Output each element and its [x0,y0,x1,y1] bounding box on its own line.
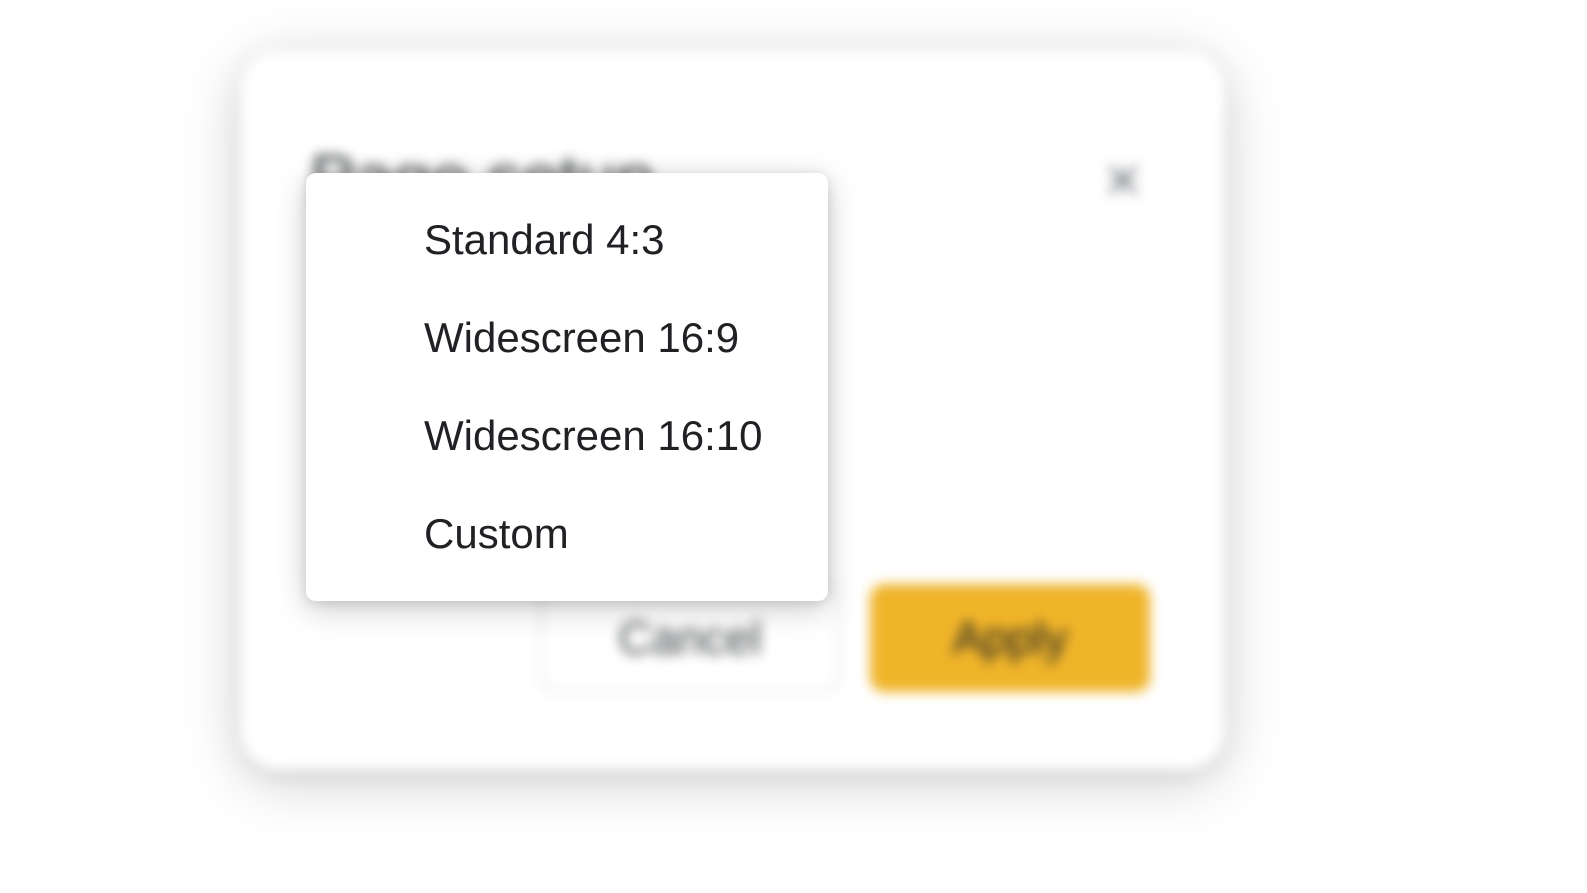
apply-button[interactable]: Apply [870,584,1150,692]
dropdown-option-widescreen-16-10[interactable]: Widescreen 16:10 [306,387,828,485]
close-button[interactable] [1093,150,1153,210]
dropdown-option-standard-4-3[interactable]: Standard 4:3 [306,191,828,289]
dropdown-option-widescreen-16-9[interactable]: Widescreen 16:9 [306,289,828,387]
aspect-ratio-dropdown: Standard 4:3 Widescreen 16:9 Widescreen … [306,173,828,601]
dropdown-option-custom[interactable]: Custom [306,485,828,583]
close-icon [1099,156,1147,204]
